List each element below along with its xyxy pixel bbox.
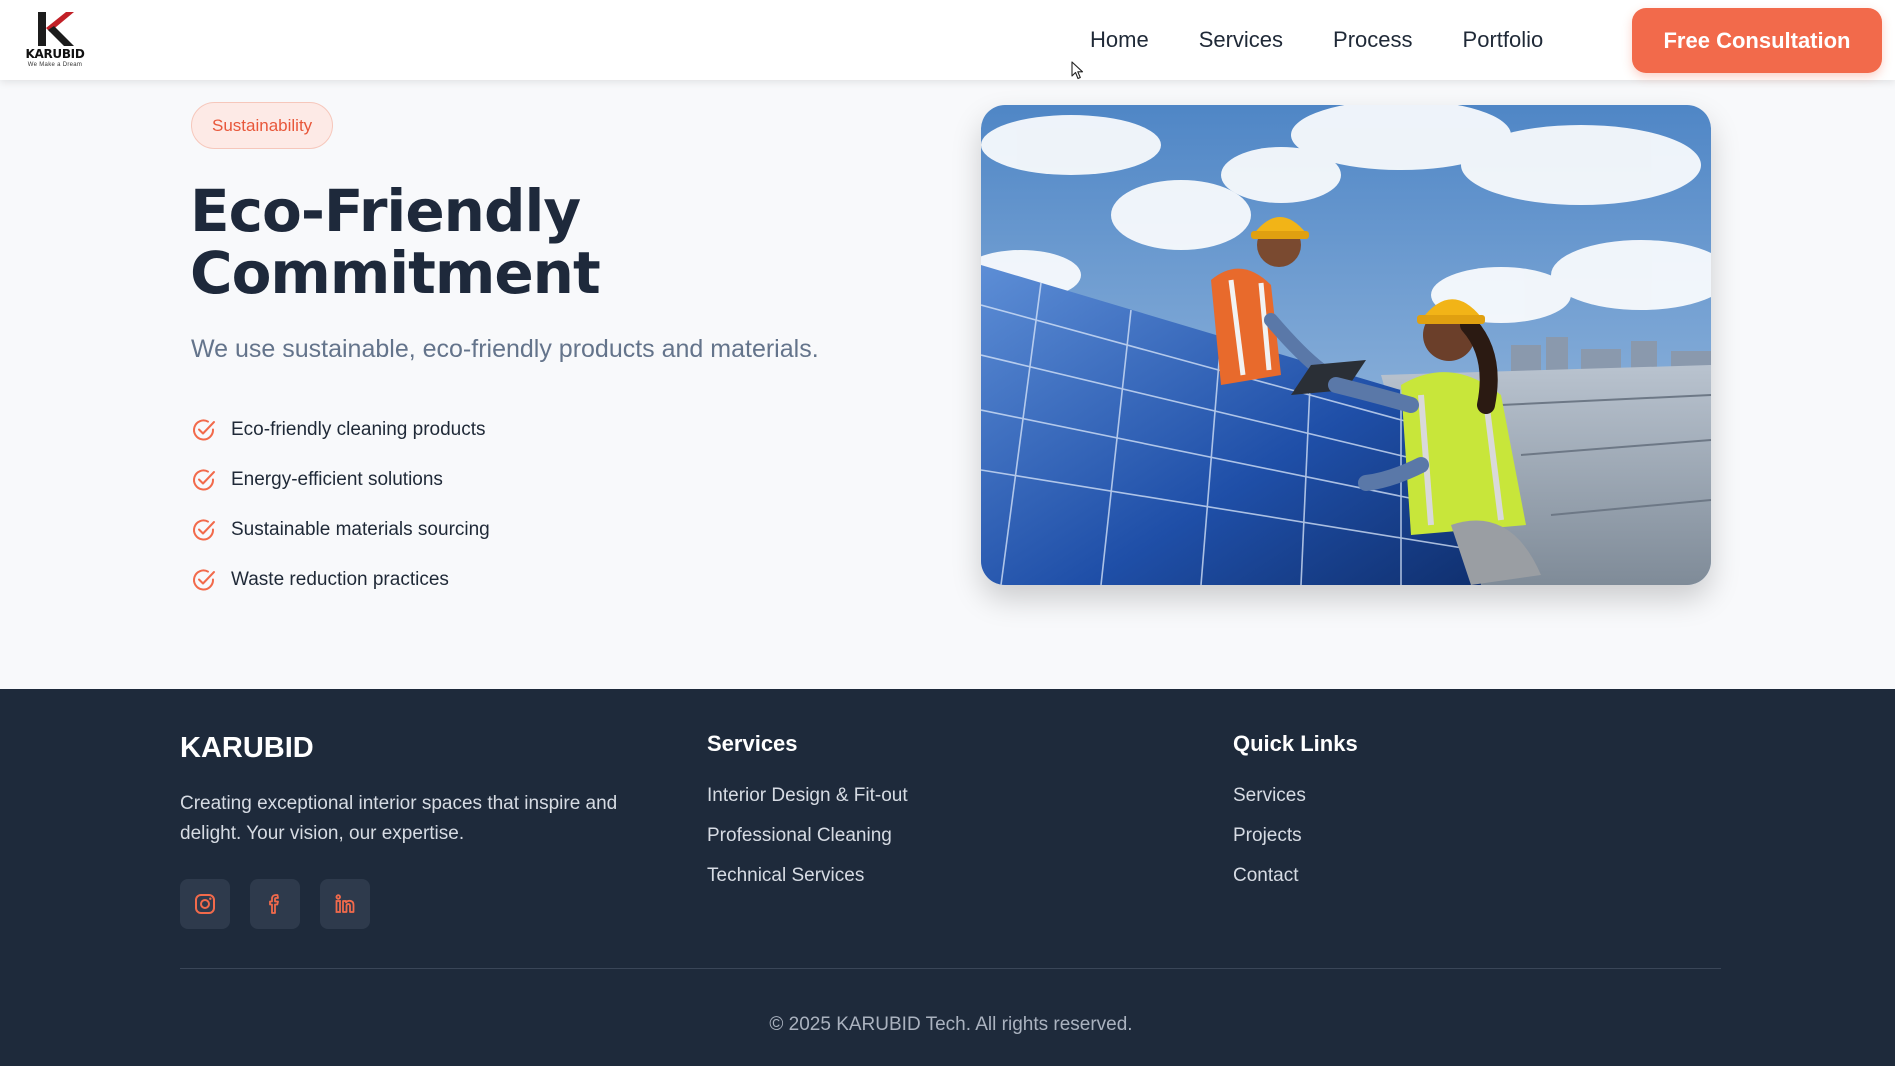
free-consultation-button[interactable]: Free Consultation (1632, 8, 1882, 73)
nav-home[interactable]: Home (1090, 27, 1149, 53)
feature-list: Eco-friendly cleaning products Energy-ef… (191, 405, 490, 605)
k-letter-logo-icon (38, 12, 74, 46)
check-circle-icon (191, 517, 217, 543)
feature-label: Sustainable materials sourcing (231, 519, 490, 540)
solar-panel-workers-image (981, 105, 1711, 585)
footer-services-title: Services (707, 731, 798, 756)
linkedin-icon (335, 894, 355, 913)
feature-item: Energy-efficient solutions (191, 455, 490, 505)
instagram-link[interactable] (180, 879, 230, 929)
logo-tagline: We Make a Dream (27, 62, 83, 68)
nav-process[interactable]: Process (1333, 27, 1412, 53)
site-header: KARUBID We Make a Dream Home Services Pr… (0, 0, 1895, 80)
footer-service-link[interactable]: Technical Services (707, 865, 908, 905)
feature-item: Eco-friendly cleaning products (191, 405, 490, 455)
social-links (180, 879, 370, 929)
footer-quick-links-title: Quick Links (1233, 731, 1358, 756)
check-circle-icon (191, 417, 217, 443)
check-circle-icon (191, 567, 217, 593)
nav-services[interactable]: Services (1199, 27, 1283, 53)
feature-item: Sustainable materials sourcing (191, 505, 490, 555)
mouse-cursor-icon (1071, 61, 1084, 80)
title-line-2: Commitment (190, 239, 601, 307)
main-nav: Home Services Process Portfolio (1090, 0, 1543, 80)
footer-quick-link[interactable]: Services (1233, 785, 1306, 825)
footer-divider (180, 968, 1721, 969)
copyright-text: © 2025 KARUBID Tech. All rights reserved… (769, 1014, 1133, 1035)
feature-label: Waste reduction practices (231, 569, 449, 590)
facebook-link[interactable] (250, 879, 300, 929)
logo-wordmark: KARUBID (25, 47, 85, 61)
section-title: Eco-Friendly Commitment (190, 180, 890, 304)
footer-services-list: Interior Design & Fit-out Professional C… (707, 785, 908, 905)
facebook-icon (269, 894, 279, 914)
nav-portfolio[interactable]: Portfolio (1463, 27, 1544, 53)
site-footer: KARUBID Creating exceptional interior sp… (0, 689, 1895, 1066)
footer-quick-links-list: Services Projects Contact (1233, 785, 1306, 905)
footer-description: Creating exceptional interior spaces tha… (180, 793, 618, 844)
feature-label: Eco-friendly cleaning products (231, 419, 486, 440)
sustainability-badge: Sustainability (191, 102, 334, 149)
linkedin-link[interactable] (320, 879, 370, 929)
footer-service-link[interactable]: Professional Cleaning (707, 825, 908, 865)
footer-service-link[interactable]: Interior Design & Fit-out (707, 785, 908, 825)
footer-brand: KARUBID (180, 732, 314, 764)
title-line-1: Eco-Friendly (190, 177, 581, 245)
feature-item: Waste reduction practices (191, 555, 490, 605)
footer-quick-link[interactable]: Contact (1233, 865, 1306, 905)
instagram-icon (195, 894, 215, 914)
brand-logo[interactable]: KARUBID We Make a Dream (20, 10, 90, 70)
feature-label: Energy-efficient solutions (231, 469, 443, 490)
check-circle-icon (191, 467, 217, 493)
footer-quick-link[interactable]: Projects (1233, 825, 1306, 865)
section-subtitle: We use sustainable, eco-friendly product… (191, 335, 819, 363)
